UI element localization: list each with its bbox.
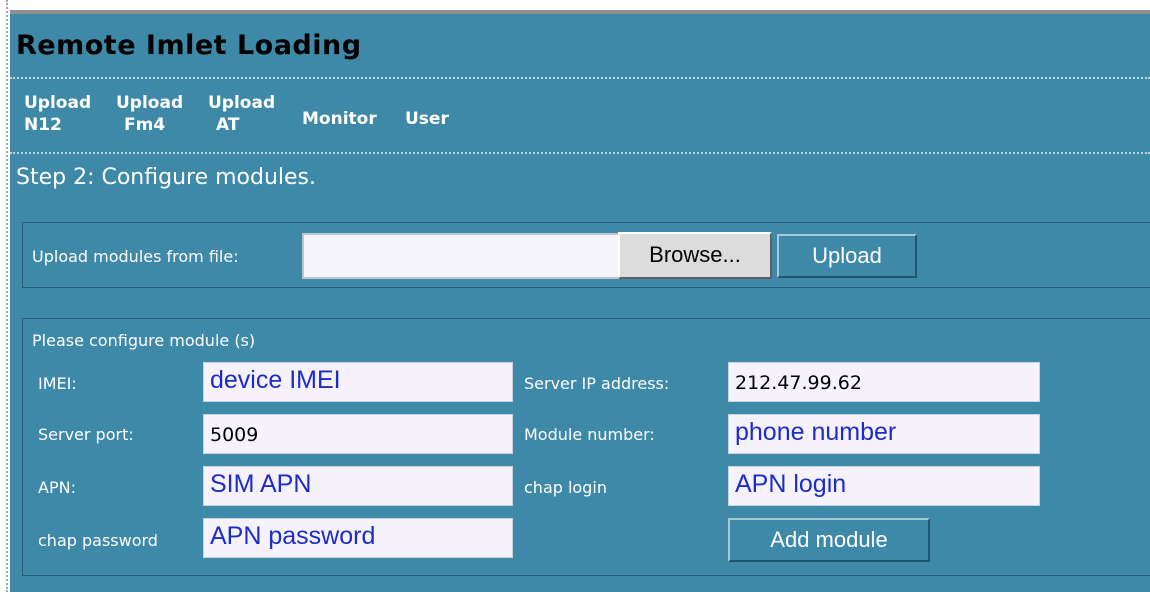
nav-upload-at-line2: AT xyxy=(216,115,240,135)
browse-button[interactable]: Browse... xyxy=(618,232,772,279)
server-ip-input[interactable]: 212.47.99.62 xyxy=(728,362,1040,402)
title-divider xyxy=(10,77,1150,79)
chap-login-input[interactable]: APN login xyxy=(728,466,1040,506)
nav-upload-at[interactable]: Upload AT xyxy=(208,92,275,136)
module-number-label: Module number: xyxy=(524,425,655,444)
nav-upload-n12-line1: Upload xyxy=(24,93,92,113)
step-heading: Step 2: Configure modules. xyxy=(16,165,317,190)
chap-login-label: chap login xyxy=(524,478,607,497)
nav-monitor[interactable]: Monitor xyxy=(302,108,377,130)
configure-heading: Please configure module (s) xyxy=(32,331,256,350)
upload-button[interactable]: Upload xyxy=(777,234,917,278)
module-number-input[interactable]: phone number xyxy=(728,414,1040,454)
imei-input[interactable]: device IMEI xyxy=(203,362,513,402)
server-port-label: Server port: xyxy=(38,425,134,444)
add-module-button[interactable]: Add module xyxy=(728,518,930,562)
nav-upload-n12[interactable]: Upload N12 xyxy=(24,92,91,136)
file-path-input[interactable] xyxy=(302,233,620,279)
nav-upload-at-line1: Upload xyxy=(208,93,276,113)
nav-user[interactable]: User xyxy=(405,108,449,130)
nav-divider xyxy=(10,152,1150,154)
chap-password-input[interactable]: APN password xyxy=(203,518,513,558)
nav-upload-n12-line2: N12 xyxy=(24,115,62,135)
nav-upload-fm4-line2: Fm4 xyxy=(124,115,166,135)
nav-upload-fm4-line1: Upload xyxy=(116,93,184,113)
imei-label: IMEI: xyxy=(38,374,77,393)
server-ip-label: Server IP address: xyxy=(524,374,670,393)
page-title: Remote Imlet Loading xyxy=(16,30,362,61)
apn-label: APN: xyxy=(38,478,76,497)
left-dotted-border xyxy=(0,0,8,592)
upload-file-label: Upload modules from file: xyxy=(32,247,239,266)
chap-password-label: chap password xyxy=(38,531,158,550)
apn-input[interactable]: SIM APN xyxy=(203,466,513,506)
server-port-input[interactable]: 5009 xyxy=(203,414,513,454)
nav-upload-fm4[interactable]: Upload Fm4 xyxy=(116,92,183,136)
